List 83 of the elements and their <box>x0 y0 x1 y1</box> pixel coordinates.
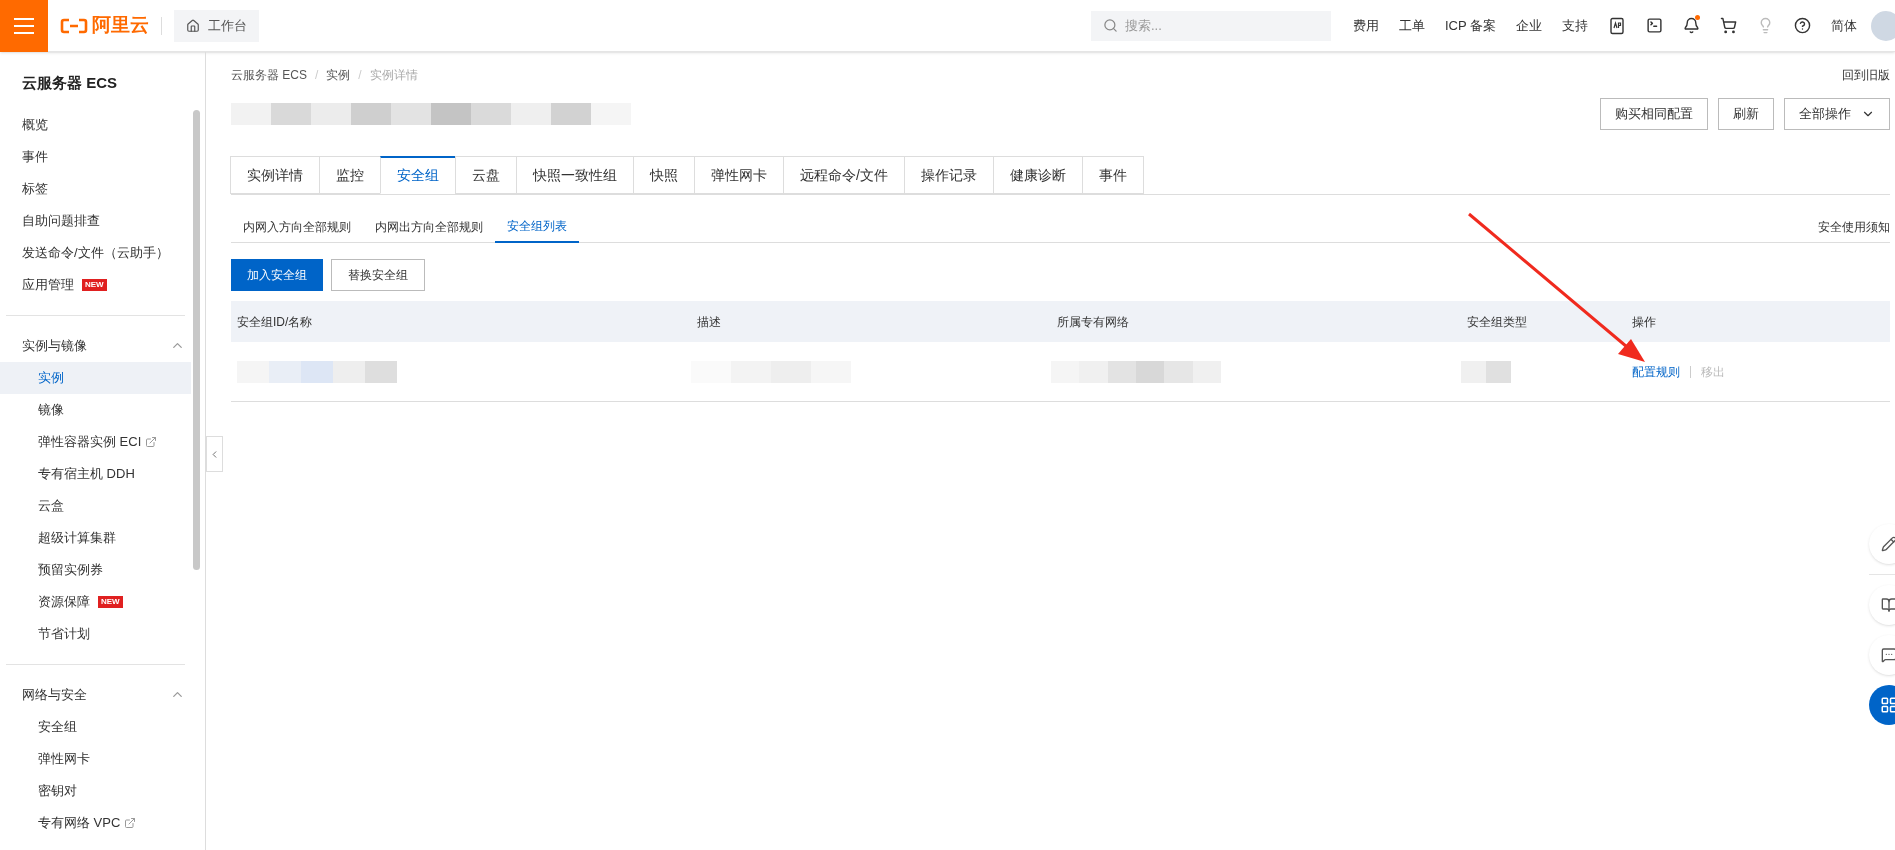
tab[interactable]: 云盘 <box>455 156 517 194</box>
search-icon <box>1102 17 1118 33</box>
sidebar-item[interactable]: 密钥对 <box>0 774 191 807</box>
primary-button[interactable]: 加入安全组 <box>231 259 323 291</box>
sidebar-item[interactable]: 自助问题排查 <box>0 204 191 237</box>
new-badge: NEW <box>82 278 107 291</box>
external-link-icon <box>124 816 137 829</box>
external-link-icon <box>145 435 158 448</box>
top-nav-link[interactable]: 企业 <box>1516 15 1542 36</box>
logo-icon <box>60 17 88 34</box>
bell-icon <box>1683 17 1700 34</box>
breadcrumb-item[interactable]: 实例 <box>326 66 351 84</box>
chat-icon <box>1881 647 1895 663</box>
sidebar-item[interactable]: 事件 <box>0 140 191 173</box>
top-nav-link[interactable]: 费用 <box>1352 15 1379 36</box>
tab[interactable]: 操作记录 <box>903 156 994 194</box>
tab[interactable]: 实例详情 <box>230 156 320 194</box>
column-header: 安全组ID/名称 <box>236 313 314 331</box>
header-button[interactable]: 购买相同配置 <box>1600 98 1708 130</box>
sidebar-item[interactable]: 镜像 <box>0 393 191 426</box>
sub-tab[interactable]: 内网入方向全部规则 <box>231 211 363 243</box>
menu-button[interactable] <box>0 0 48 52</box>
logo-text: 阿里云 <box>92 13 149 38</box>
sidebar-item[interactable]: 专有网络 VPC <box>0 806 191 839</box>
sidebar-item[interactable]: 云盒 <box>0 489 191 522</box>
sidebar-item[interactable]: 标签 <box>0 172 191 205</box>
notification-button[interactable] <box>1683 17 1700 34</box>
pencil-icon <box>1881 536 1895 552</box>
tab[interactable]: 远程命令/文件 <box>783 156 905 194</box>
terminal-icon[interactable] <box>1646 17 1663 34</box>
cart-icon[interactable] <box>1720 17 1737 34</box>
search-field[interactable]: 搜索... <box>1090 10 1331 41</box>
tab[interactable]: 健康诊断 <box>992 156 1083 194</box>
sidebar-item[interactable]: 概览 <box>0 108 191 141</box>
tab[interactable]: 弹性网卡 <box>694 156 784 194</box>
sidebar-item[interactable]: 发送命令/文件（云助手） <box>0 236 191 269</box>
new-badge: NEW <box>98 595 123 608</box>
workbench-button[interactable]: 工作台 <box>174 9 259 42</box>
tab[interactable]: 快照 <box>633 156 695 194</box>
breadcrumb-separator: / <box>315 67 319 84</box>
sidebar-item[interactable]: 弹性网卡 <box>0 742 191 775</box>
sidebar-title: 云服务器 ECS <box>21 73 118 93</box>
language-option[interactable]: 简体 <box>1831 15 1857 36</box>
sidebar-item[interactable]: 应用管理 NEW <box>0 268 191 301</box>
sidebar-item[interactable]: 专有宿主机 DDH <box>0 457 191 490</box>
column-header: 所属专有网络 <box>1056 313 1130 331</box>
sidebar-group-header[interactable]: 实例与镜像 <box>0 329 191 362</box>
sidebar-item[interactable]: 预留实例券 <box>0 553 191 586</box>
sub-tab[interactable]: 内网出方向全部规则 <box>363 211 495 243</box>
notice-link[interactable]: 安全使用须知 <box>1818 217 1890 236</box>
home-icon <box>186 18 200 33</box>
column-header: 描述 <box>696 313 722 331</box>
sidebar-item[interactable]: 资源保障 NEW <box>0 585 191 618</box>
top-nav-link[interactable]: 支持 <box>1562 15 1588 36</box>
sidebar-item[interactable]: 实例 <box>0 361 191 394</box>
top-nav-link[interactable]: ICP 备案 <box>1444 15 1496 36</box>
sub-tab[interactable]: 安全组列表 <box>495 211 579 243</box>
table-action-link[interactable]: 配置规则 <box>1632 362 1680 381</box>
breadcrumb-item: 实例详情 <box>369 67 418 84</box>
sidebar-item[interactable]: 弹性容器实例 ECI <box>0 425 191 458</box>
tab[interactable]: 快照一致性组 <box>516 156 634 194</box>
collapse-handle[interactable] <box>206 436 223 472</box>
tab[interactable]: 安全组 <box>380 156 456 194</box>
dropdown-button[interactable]: 全部操作 <box>1784 98 1890 130</box>
column-header: 操作 <box>1631 313 1657 331</box>
secondary-button[interactable]: 替换安全组 <box>331 259 425 291</box>
back-link[interactable]: 回到旧版 <box>1842 66 1890 84</box>
menu-icon <box>13 16 35 35</box>
redacted-text <box>1461 360 1511 383</box>
column-header: 安全组类型 <box>1466 313 1528 331</box>
grid-icon <box>1880 696 1895 714</box>
help-icon[interactable] <box>1794 17 1811 34</box>
breadcrumb-separator: / <box>358 67 362 84</box>
tab[interactable]: 事件 <box>1081 156 1144 194</box>
api-icon[interactable] <box>1608 16 1626 35</box>
header-button[interactable]: 刷新 <box>1718 98 1774 130</box>
sidebar-item[interactable]: 节省计划 <box>0 617 191 650</box>
breadcrumb-item[interactable]: 云服务器 ECS <box>231 66 307 84</box>
sidebar-item[interactable]: 安全组 <box>0 710 191 743</box>
book-icon <box>1881 597 1895 613</box>
top-nav-link[interactable]: 工单 <box>1398 15 1425 36</box>
sidebar-group-header[interactable]: 网络与安全 <box>0 678 191 711</box>
sidebar-item[interactable]: 超级计算集群 <box>0 521 191 554</box>
